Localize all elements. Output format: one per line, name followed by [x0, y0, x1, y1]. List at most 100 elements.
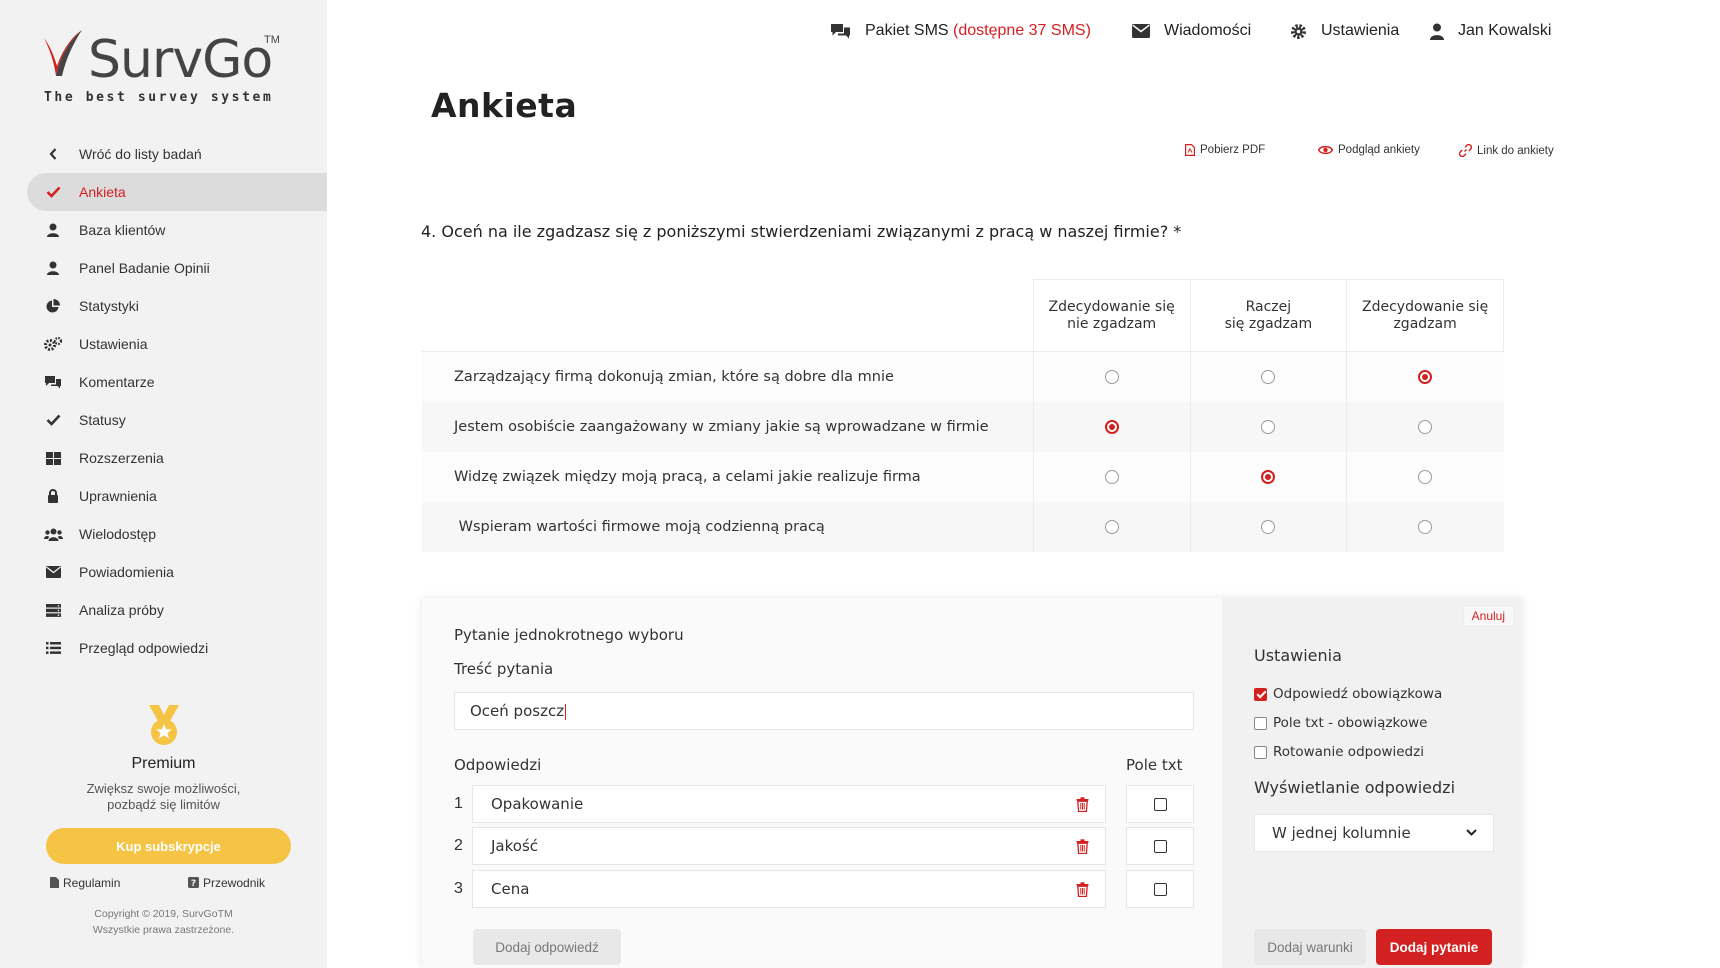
premium-desc-line2: pozbądź się limitów: [107, 797, 220, 812]
check-icon: [43, 412, 63, 428]
logo-tagline: The best survey system: [44, 90, 274, 105]
question-matrix: Zdecydowanie się nie zgadzam Raczej się zg…: [422, 279, 1504, 552]
survey-link[interactable]: Link do ankiety: [1459, 144, 1554, 157]
sidebar-item-label: Analiza próby: [79, 602, 164, 618]
sidebar-item-analiza[interactable]: Analiza próby: [27, 591, 327, 629]
matrix-header-row: Zdecydowanie się nie zgadzam Raczej się zg…: [422, 279, 1504, 352]
add-answer-button[interactable]: Dodaj odpowiedź: [473, 929, 621, 965]
top-bar: Pakiet SMS (dostępne 37 SMS) Wiadomości …: [830, 22, 1690, 44]
matrix-radio[interactable]: [1418, 369, 1433, 384]
question-editor: Pytanie jednokrotnego wyboru Treść pytan…: [422, 598, 1522, 968]
column-line1: Zdecydowanie się: [1362, 298, 1489, 315]
survey-link-label: Link do ankiety: [1477, 144, 1554, 157]
buy-subscription-button[interactable]: Kup subskrypcje: [46, 828, 291, 864]
sidebar-item-ustawienia[interactable]: Ustawienia: [27, 325, 327, 363]
sidebar-item-statystyki[interactable]: Statystyki: [27, 287, 327, 325]
guide-link[interactable]: ? Przewodnik: [188, 876, 265, 890]
messages-link[interactable]: Wiadomości: [1132, 22, 1251, 40]
messages-label: Wiadomości: [1164, 22, 1252, 39]
option-checkbox[interactable]: [1254, 716, 1267, 730]
answer-input[interactable]: Opakowanie: [472, 785, 1106, 823]
matrix-radio[interactable]: [1418, 469, 1433, 484]
display-select-value: W jednej kolumnie: [1272, 824, 1411, 842]
page-title: Ankieta: [431, 86, 578, 125]
sidebar-nav: Wróć do listy badań Ankieta Baza klientó…: [27, 135, 327, 667]
matrix-radio[interactable]: [1261, 469, 1276, 484]
cancel-button[interactable]: Anuluj: [1462, 606, 1514, 626]
option-checkbox[interactable]: [1254, 687, 1267, 701]
comments-icon: [831, 24, 850, 39]
sidebar-item-wielodostep[interactable]: Wielodostęp: [27, 515, 327, 553]
pdf-icon: [1185, 144, 1195, 156]
premium-desc-line1: Zwiększ swoje możliwości,: [86, 781, 241, 796]
sidebar-item-label: Wielodostęp: [79, 526, 157, 542]
answer-value: Cena: [491, 880, 530, 898]
sidebar-item-uprawnienia[interactable]: Uprawnienia: [27, 477, 327, 515]
add-conditions-button[interactable]: Dodaj warunki: [1254, 929, 1366, 965]
option-required-txt[interactable]: Pole txt - obowiązkowe: [1254, 715, 1427, 731]
matrix-radio[interactable]: [1104, 519, 1119, 534]
user-menu[interactable]: Jan Kowalski: [1430, 22, 1551, 40]
option-checkbox[interactable]: [1254, 745, 1267, 759]
pole-txt-checkbox-cell: [1126, 827, 1194, 865]
matrix-radio[interactable]: [1261, 369, 1276, 384]
matrix-radio[interactable]: [1261, 519, 1276, 534]
matrix-radio[interactable]: [1104, 469, 1119, 484]
matrix-radio[interactable]: [1104, 369, 1119, 384]
answer-input[interactable]: Cena: [472, 870, 1106, 908]
question-content-label: Treść pytania: [454, 660, 554, 678]
sidebar-item-ankieta[interactable]: Ankieta: [27, 173, 327, 211]
answers-label: Odpowiedzi: [454, 756, 542, 774]
matrix-radio[interactable]: [1418, 519, 1433, 534]
trash-icon[interactable]: [1076, 882, 1089, 897]
sidebar-item-rozszerzenia[interactable]: Rozszerzenia: [27, 439, 327, 477]
sidebar-item-komentarze[interactable]: Komentarze: [27, 363, 327, 401]
sms-package-link[interactable]: Pakiet SMS (dostępne 37 SMS): [830, 22, 1091, 40]
option-rotate-answers[interactable]: Rotowanie odpowiedzi: [1254, 744, 1424, 760]
display-select[interactable]: W jednej kolumnie: [1254, 814, 1494, 852]
editor-settings-panel: Anuluj Ustawienia Odpowiedź obowiązkowa …: [1222, 598, 1522, 968]
question-content-value: Oceń poszcz: [470, 702, 565, 720]
logo[interactable]: SurvGo TM The best survey system: [40, 26, 290, 116]
svg-text:?: ?: [191, 879, 196, 888]
column-line1: Zdecydowanie się: [1048, 298, 1175, 315]
gears-icon: [43, 336, 63, 352]
check-icon: [43, 184, 63, 200]
trash-icon[interactable]: [1076, 797, 1089, 812]
question-content-input[interactable]: Oceń poszcz: [454, 692, 1194, 730]
sidebar-item-powiadomienia[interactable]: Powiadomienia: [27, 553, 327, 591]
eye-icon: [1318, 145, 1333, 155]
matrix-radio[interactable]: [1261, 419, 1276, 434]
add-question-button[interactable]: Dodaj pytanie: [1376, 929, 1492, 965]
sidebar-item-back[interactable]: Wróć do listy badań: [27, 135, 327, 173]
link-icon: [1459, 144, 1472, 157]
matrix-radio[interactable]: [1104, 419, 1119, 434]
matrix-cell: [1032, 401, 1191, 452]
sidebar-item-przeglad[interactable]: Przegląd odpowiedzi: [27, 629, 327, 667]
option-required-answer[interactable]: Odpowiedź obowiązkowa: [1254, 686, 1442, 702]
premium-title: Premium: [131, 755, 196, 772]
sidebar-item-panel[interactable]: Panel Badanie Opinii: [27, 249, 327, 287]
grid-icon: [43, 450, 63, 466]
answer-input[interactable]: Jakość: [472, 827, 1106, 865]
sidebar-item-label: Ustawienia: [79, 336, 148, 352]
pole-txt-checkbox[interactable]: [1153, 797, 1167, 811]
matrix-row: Jestem osobiście zaangażowany w zmiany j…: [422, 401, 1504, 452]
column-line2: zgadzam: [1393, 315, 1457, 332]
download-pdf-link[interactable]: Pobierz PDF: [1185, 144, 1265, 156]
terms-link[interactable]: Regulamin: [50, 876, 120, 890]
sidebar-item-statusy[interactable]: Statusy: [27, 401, 327, 439]
trash-icon[interactable]: [1076, 839, 1089, 854]
editor-main: Pytanie jednokrotnego wyboru Treść pytan…: [422, 598, 1222, 968]
pole-txt-checkbox[interactable]: [1153, 839, 1167, 853]
answer-row: 1 Opakowanie: [454, 785, 1194, 823]
pole-txt-checkbox[interactable]: [1153, 882, 1167, 896]
sidebar-item-baza-klientow[interactable]: Baza klientów: [27, 211, 327, 249]
matrix-radio[interactable]: [1418, 419, 1433, 434]
answer-number: 2: [454, 837, 463, 854]
matrix-cell: [1189, 451, 1347, 502]
download-pdf-label: Pobierz PDF: [1200, 144, 1266, 156]
settings-link[interactable]: Ustawienia: [1290, 22, 1399, 40]
envelope-icon: [43, 564, 63, 580]
preview-survey-link[interactable]: Podgląd ankiety: [1318, 144, 1420, 156]
